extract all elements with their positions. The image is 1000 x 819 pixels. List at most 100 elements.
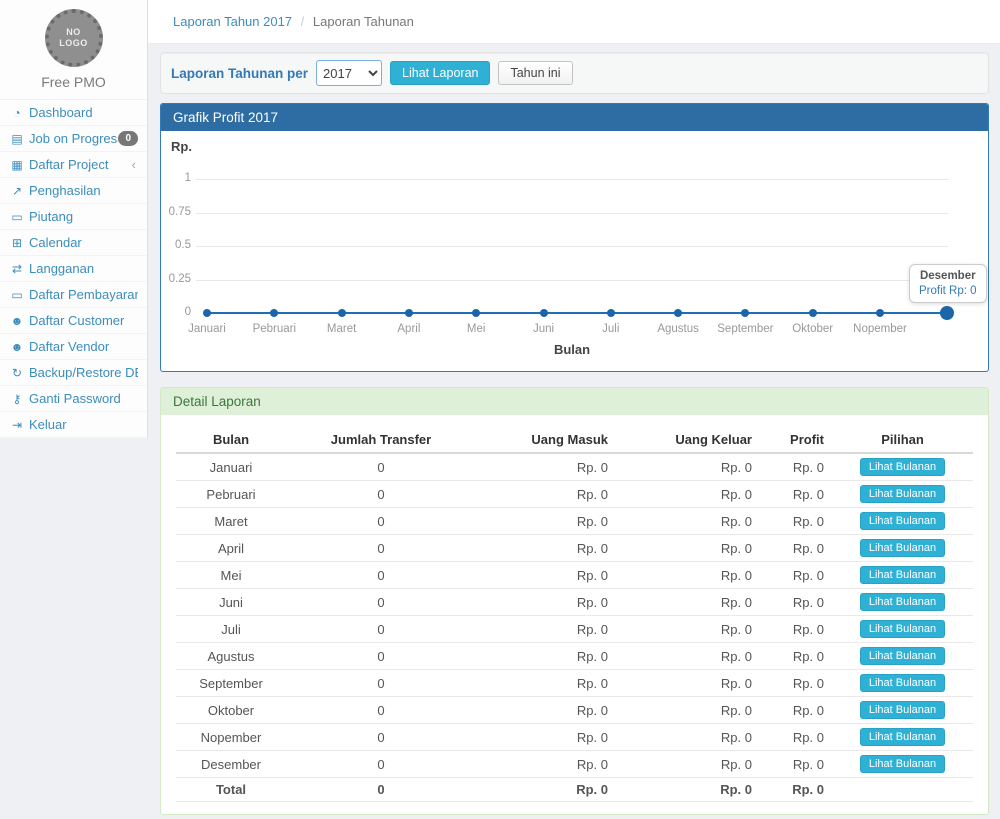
sidebar-item-piutang[interactable]: ▭Piutang xyxy=(0,204,147,230)
cell-uang-keluar: Rp. 0 xyxy=(616,751,760,778)
filter-label: Laporan Tahunan per xyxy=(171,66,308,81)
cell-uang-masuk: Rp. 0 xyxy=(476,724,616,751)
logo-line2: LOGO xyxy=(59,38,88,49)
year-select[interactable]: 2017 xyxy=(316,60,382,86)
cell-month: Juni xyxy=(176,589,286,616)
table-row-mei: Mei0Rp. 0Rp. 0Rp. 0Lihat Bulanan xyxy=(176,562,973,589)
sidebar-item-ganti-password[interactable]: ⚷Ganti Password xyxy=(0,386,147,412)
cell-profit: Rp. 0 xyxy=(760,616,832,643)
cell-uang-masuk: Rp. 0 xyxy=(476,508,616,535)
sidebar-item-label: Keluar xyxy=(29,417,138,432)
data-point-desember[interactable] xyxy=(940,306,954,320)
profit-series-line xyxy=(207,312,947,314)
sidebar-item-daftar-customer[interactable]: ☻Daftar Customer xyxy=(0,308,147,334)
cell-uang-masuk: Rp. 0 xyxy=(476,481,616,508)
table-row-maret: Maret0Rp. 0Rp. 0Rp. 0Lihat Bulanan xyxy=(176,508,973,535)
table-header-row: BulanJumlah TransferUang MasukUang Kelua… xyxy=(176,427,973,453)
tooltip-value: Profit Rp: 0 xyxy=(919,285,977,297)
chart-gridline xyxy=(196,213,948,214)
sign-out-icon: ⇥ xyxy=(8,418,26,432)
y-axis-tick-label: 0.5 xyxy=(167,239,191,251)
report-filter-well: Laporan Tahunan per 2017 Lihat Laporan T… xyxy=(160,52,989,94)
cell-action: Lihat Bulanan xyxy=(832,562,973,589)
data-point-pebruari[interactable] xyxy=(270,309,278,317)
view-monthly-button-agustus[interactable]: Lihat Bulanan xyxy=(860,647,945,665)
lock-icon: ⚷ xyxy=(8,392,26,406)
y-axis-tick-label: 0.25 xyxy=(167,273,191,285)
cell-profit: Rp. 0 xyxy=(760,508,832,535)
total-empty-cell xyxy=(832,778,973,802)
breadcrumb-link[interactable]: Laporan Tahun 2017 xyxy=(173,14,292,29)
column-header-uang-keluar: Uang Keluar xyxy=(616,427,760,453)
view-monthly-button-april[interactable]: Lihat Bulanan xyxy=(860,539,945,557)
data-point-januari[interactable] xyxy=(203,309,211,317)
data-point-juli[interactable] xyxy=(607,309,615,317)
view-monthly-button-desember[interactable]: Lihat Bulanan xyxy=(860,755,945,773)
cell-month: September xyxy=(176,670,286,697)
sidebar-item-calendar[interactable]: ⊞Calendar xyxy=(0,230,147,256)
sidebar-item-label: Daftar Vendor xyxy=(29,339,138,354)
chart-gridline xyxy=(196,280,948,281)
cell-profit: Rp. 0 xyxy=(760,697,832,724)
table-row-nopember: Nopember0Rp. 0Rp. 0Rp. 0Lihat Bulanan xyxy=(176,724,973,751)
data-point-agustus[interactable] xyxy=(674,309,682,317)
cell-month: April xyxy=(176,535,286,562)
y-axis-tick-label: 0.75 xyxy=(167,206,191,218)
data-point-mei[interactable] xyxy=(472,309,480,317)
view-monthly-button-september[interactable]: Lihat Bulanan xyxy=(860,674,945,692)
sidebar-item-daftar-vendor[interactable]: ☻Daftar Vendor xyxy=(0,334,147,360)
data-point-nopember[interactable] xyxy=(876,309,884,317)
cell-action: Lihat Bulanan xyxy=(832,697,973,724)
view-report-button[interactable]: Lihat Laporan xyxy=(390,61,490,85)
detail-panel-title: Detail Laporan xyxy=(161,388,988,415)
cell-transfer-count: 0 xyxy=(286,535,476,562)
monthly-report-table: BulanJumlah TransferUang MasukUang Kelua… xyxy=(176,427,973,802)
view-monthly-button-maret[interactable]: Lihat Bulanan xyxy=(860,512,945,530)
cell-transfer-count: 0 xyxy=(286,724,476,751)
cell-uang-keluar: Rp. 0 xyxy=(616,643,760,670)
sidebar-item-job-on-progress[interactable]: ▤Job on Progress0 xyxy=(0,126,147,152)
cell-transfer-count: 0 xyxy=(286,670,476,697)
sidebar-item-daftar-project[interactable]: ▦Daftar Project‹ xyxy=(0,152,147,178)
chart-gridline xyxy=(196,179,948,180)
cell-action: Lihat Bulanan xyxy=(832,751,973,778)
view-monthly-button-mei[interactable]: Lihat Bulanan xyxy=(860,566,945,584)
data-point-maret[interactable] xyxy=(338,309,346,317)
data-point-oktober[interactable] xyxy=(809,309,817,317)
data-point-juni[interactable] xyxy=(540,309,548,317)
cell-month: Maret xyxy=(176,508,286,535)
count-badge: 0 xyxy=(118,131,138,146)
view-monthly-button-juli[interactable]: Lihat Bulanan xyxy=(860,620,945,638)
cell-uang-keluar: Rp. 0 xyxy=(616,535,760,562)
column-header-profit: Profit xyxy=(760,427,832,453)
data-point-april[interactable] xyxy=(405,309,413,317)
sidebar-item-daftar-pembayaran[interactable]: ▭Daftar Pembayaran xyxy=(0,282,147,308)
view-monthly-button-oktober[interactable]: Lihat Bulanan xyxy=(860,701,945,719)
detail-panel-body: BulanJumlah TransferUang MasukUang Kelua… xyxy=(161,415,988,814)
cell-month: Desember xyxy=(176,751,286,778)
cell-month: Oktober xyxy=(176,697,286,724)
page-footer: Powered by Free PMO, and developed with … xyxy=(0,815,1000,819)
total-uang-keluar: Rp. 0 xyxy=(616,778,760,802)
sidebar-item-label: Daftar Customer xyxy=(29,313,138,328)
cell-uang-keluar: Rp. 0 xyxy=(616,616,760,643)
cell-month: Agustus xyxy=(176,643,286,670)
logo-line1: NO xyxy=(59,27,88,38)
profit-line-chart: 10.750.50.250JanuariPebruariMaretAprilMe… xyxy=(171,167,978,363)
data-point-september[interactable] xyxy=(741,309,749,317)
view-monthly-button-pebruari[interactable]: Lihat Bulanan xyxy=(860,485,945,503)
page: NO LOGO Free PMO ◔Dashboard▤Job on Progr… xyxy=(0,0,1000,815)
sidebar-item-keluar[interactable]: ⇥Keluar xyxy=(0,412,147,438)
sidebar-item-dashboard[interactable]: ◔Dashboard xyxy=(0,100,147,126)
this-year-button[interactable]: Tahun ini xyxy=(498,61,572,85)
sidebar-item-label: Langganan xyxy=(29,261,138,276)
sidebar-item-langganan[interactable]: ⇄Langganan xyxy=(0,256,147,282)
sidebar-item-penghasilan[interactable]: ↗Penghasilan xyxy=(0,178,147,204)
sidebar-item-backup-restore-db[interactable]: ↻Backup/Restore DB xyxy=(0,360,147,386)
cell-transfer-count: 0 xyxy=(286,562,476,589)
view-monthly-button-januari[interactable]: Lihat Bulanan xyxy=(860,458,945,476)
x-axis-title: Bulan xyxy=(196,342,948,357)
cell-uang-masuk: Rp. 0 xyxy=(476,670,616,697)
view-monthly-button-juni[interactable]: Lihat Bulanan xyxy=(860,593,945,611)
view-monthly-button-nopember[interactable]: Lihat Bulanan xyxy=(860,728,945,746)
